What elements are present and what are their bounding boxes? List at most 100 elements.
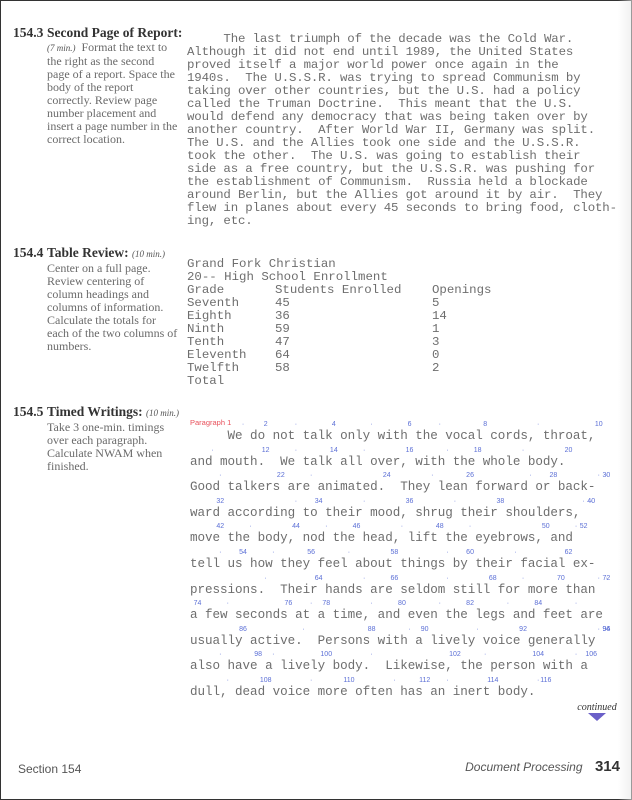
cell-openings: 14 bbox=[432, 309, 447, 323]
word-count-marker: 60 bbox=[466, 548, 474, 556]
word-marker-dot: · bbox=[521, 574, 525, 582]
cell-students-enrolled: 36 bbox=[275, 309, 290, 323]
word-marker-dot: · bbox=[249, 523, 252, 531]
word-marker-dot: · bbox=[537, 676, 540, 684]
down-triangle-icon bbox=[588, 713, 606, 721]
timed-writing-text: a few seconds at a time, and even the le… bbox=[190, 608, 603, 623]
word-marker-dot: · bbox=[537, 421, 540, 428]
cell-openings: 1 bbox=[432, 322, 440, 336]
word-marker-dot: · bbox=[264, 574, 267, 582]
word-marker-dot: · bbox=[438, 421, 441, 428]
exercise-154-5: 154.5 Timed Writings: (10 min.) Take 3 on… bbox=[13, 404, 179, 473]
word-marker-dot: · bbox=[506, 600, 510, 608]
cell-students-enrolled: 45 bbox=[275, 296, 290, 310]
word-marker-dot: · bbox=[574, 651, 578, 659]
table-total-row: Total bbox=[187, 375, 532, 388]
word-count-marker: 10 bbox=[594, 421, 603, 428]
word-count-marker: 78 bbox=[322, 600, 331, 608]
exercise-instructions: Format the text to the right as the seco… bbox=[47, 40, 178, 146]
exercise-time: (7 min.) bbox=[47, 43, 76, 53]
timed-writing-line: · 12 · 14 · 16 · 18 · 20 and mouth. We talk all ov… bbox=[186, 444, 626, 470]
word-count-marker: 58 bbox=[390, 548, 399, 556]
word-count-marker: 18 bbox=[473, 446, 482, 454]
cell-openings: 5 bbox=[432, 296, 440, 310]
cell-openings: 2 bbox=[432, 361, 440, 375]
word-marker-dot: · bbox=[605, 472, 608, 480]
exercise-title: Second Page of Report: bbox=[47, 25, 183, 40]
word-marker-dot: · bbox=[438, 600, 441, 608]
word-count-marker: 12 bbox=[261, 446, 270, 454]
word-marker-dot: · bbox=[219, 548, 222, 556]
exercise-number: 154.5 bbox=[13, 404, 44, 419]
timed-writing-line: · 108 · 110 · 112 · 114 · 116 dull, dead voice mor… bbox=[186, 674, 626, 700]
cell-students-enrolled: 47 bbox=[275, 335, 290, 349]
word-marker-dot: · bbox=[241, 421, 245, 428]
word-marker-dot: · bbox=[294, 497, 298, 505]
word-marker-dot: · bbox=[453, 497, 457, 505]
exercise-heading: 154.3 Second Page of Report: bbox=[13, 25, 182, 41]
word-count-marker: 20 bbox=[564, 446, 573, 454]
word-marker-dot: · bbox=[400, 523, 404, 531]
total-label: Total bbox=[187, 374, 225, 388]
timed-writing-text: pressions. Their hands are seldom still … bbox=[190, 582, 596, 597]
exercise-title: Table Review: bbox=[47, 245, 129, 260]
word-count-marker: 50 bbox=[541, 523, 550, 531]
exercise-number: 154.3 bbox=[13, 25, 44, 40]
word-count-marker: 88 bbox=[367, 625, 376, 633]
word-marker-dot: · bbox=[226, 600, 230, 608]
timed-writing-text: also have a lively body. Likewise, the p… bbox=[190, 659, 588, 674]
exercise-heading: 154.5 Timed Writings: (10 min.) bbox=[13, 404, 179, 421]
timed-writing-text: dull, dead voice more often has an inert… bbox=[190, 684, 536, 699]
word-marker-dot: · bbox=[219, 651, 222, 659]
footer-section: Section 154 bbox=[18, 762, 82, 776]
word-count-marker: 116 bbox=[540, 676, 552, 684]
word-marker-dot: · bbox=[362, 446, 366, 454]
word-marker-dot: · bbox=[582, 497, 585, 505]
exercise-description: Center on a full page. Review centering … bbox=[47, 261, 178, 353]
word-marker-dot: · bbox=[574, 600, 578, 608]
word-marker-dot: · bbox=[446, 446, 449, 454]
word-count-marker: 110 bbox=[343, 676, 355, 684]
footer-chapter: Document Processing bbox=[465, 760, 583, 774]
word-count-marker: 4 bbox=[331, 421, 336, 428]
header-openings: Openings bbox=[432, 283, 492, 297]
cell-students-enrolled: 58 bbox=[275, 361, 290, 375]
word-count-marker: 68 bbox=[488, 574, 497, 582]
word-count-marker: 26 bbox=[466, 472, 474, 480]
word-count-marker: 24 bbox=[382, 472, 391, 480]
word-count-marker: 34 bbox=[314, 497, 323, 505]
word-marker-dot: · bbox=[605, 574, 608, 582]
word-marker-dot: · bbox=[597, 472, 600, 480]
exercise-time: (10 min.) bbox=[132, 249, 165, 259]
cell-openings: 0 bbox=[432, 348, 440, 362]
word-marker-dot: · bbox=[219, 472, 222, 480]
word-marker-dot: · bbox=[574, 523, 578, 531]
word-count-marker: 56 bbox=[307, 548, 316, 556]
word-marker-dot: · bbox=[597, 574, 600, 582]
word-marker-dot: · bbox=[514, 548, 517, 556]
timed-writing-line: 74 · 76 · 78 · 80 · 82 · 84 · a few seconds at a tim… bbox=[186, 597, 626, 623]
timed-writing-line: 32 · 34 · 36 · 38 · 40 · ward according to their m… bbox=[186, 495, 626, 521]
word-marker-dot: · bbox=[309, 600, 313, 608]
word-count-marker: 70 bbox=[557, 574, 565, 582]
word-count-marker: 74 bbox=[193, 600, 202, 608]
word-marker-dot: · bbox=[302, 625, 305, 633]
word-marker-dot: · bbox=[393, 676, 396, 684]
word-count-marker: 42 bbox=[216, 523, 225, 531]
word-marker-dot: · bbox=[362, 497, 366, 505]
cell-students-enrolled: 59 bbox=[275, 322, 290, 336]
word-count-marker: 108 bbox=[259, 676, 272, 684]
timed-writing-line: · 22 · 24 · 26 · 28 · 30 · Good talkers are animate… bbox=[186, 469, 626, 495]
timed-writing-line: · 54 · 56 · 58 · 60 · 62 tell us how they feel abo… bbox=[186, 546, 626, 572]
word-count-marker: 66 bbox=[390, 574, 399, 582]
timed-writing-line: · 98 · 100 · 102 · 104 · 106 also have a lively bo… bbox=[186, 648, 626, 674]
word-marker-dot: · bbox=[370, 600, 373, 608]
timed-writing-text: usually active. Persons with a lively vo… bbox=[190, 633, 596, 648]
word-count-marker: 92 bbox=[519, 625, 527, 633]
word-count-marker: 104 bbox=[532, 651, 545, 659]
word-count-marker: 8 bbox=[483, 421, 488, 428]
continued-label: continued bbox=[577, 702, 617, 713]
timed-writing-text: Good talkers are animated. They lean for… bbox=[190, 480, 596, 495]
word-count-marker: 46 bbox=[352, 523, 361, 531]
exercise-number: 154.4 bbox=[13, 245, 44, 260]
